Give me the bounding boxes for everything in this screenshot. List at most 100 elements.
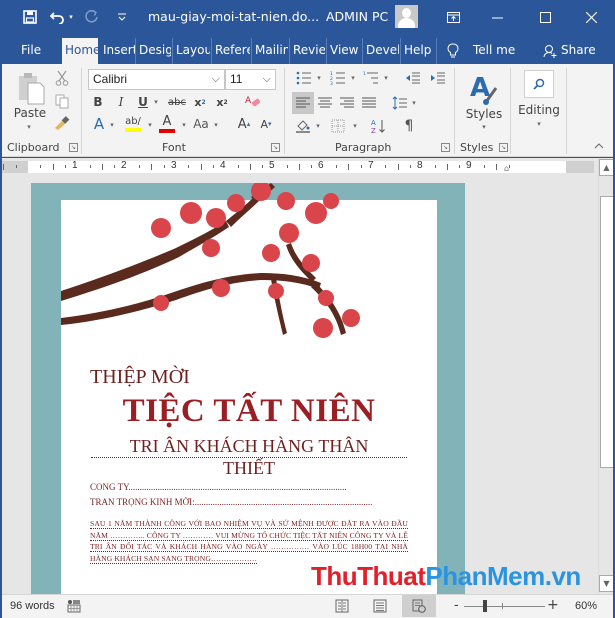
bullets-icon[interactable]: [294, 69, 314, 87]
highlight-dropdown-icon[interactable]: ▾: [146, 120, 154, 130]
zoom-level[interactable]: 60%: [575, 600, 597, 612]
web-layout-button[interactable]: [402, 595, 436, 617]
company-field[interactable]: CONG TY.................................…: [90, 482, 385, 492]
tab-layout[interactable]: Layout: [172, 38, 210, 64]
subscript-button[interactable]: x2: [191, 93, 209, 111]
tab-home[interactable]: Home: [62, 38, 98, 64]
tab-references[interactable]: References: [211, 38, 250, 64]
avatar[interactable]: [395, 5, 418, 28]
align-left-button[interactable]: [292, 92, 314, 114]
line-spacing-dropdown-icon[interactable]: ▾: [410, 98, 418, 108]
word-count[interactable]: 96 words: [10, 600, 55, 612]
text-effects-icon[interactable]: A: [90, 114, 108, 134]
multilevel-list-icon[interactable]: 1: [361, 69, 381, 87]
shading-icon[interactable]: [293, 116, 313, 136]
numbering-icon[interactable]: 123: [328, 69, 348, 87]
cherry-blossom-illustration[interactable]: [61, 183, 371, 363]
proofing-icon[interactable]: [65, 598, 83, 614]
styles-launcher-icon[interactable]: ↘: [499, 143, 508, 152]
invitation-paragraph[interactable]: SAU 1 NĂM THÀNH CÔNG VỚI BAO NHIỆM VỤ VÀ…: [90, 518, 408, 564]
align-right-button[interactable]: [337, 92, 357, 114]
invitation-heading[interactable]: THIỆP MỜI: [90, 366, 190, 389]
font-launcher-icon[interactable]: ↘: [271, 143, 280, 152]
chevron-down-icon[interactable]: ⌵: [263, 70, 271, 89]
subtitle-line-1[interactable]: TRI ÂN KHÁCH HÀNG THÂN: [91, 435, 407, 458]
italic-button[interactable]: I: [113, 93, 129, 111]
text-effects-dropdown-icon[interactable]: ▾: [108, 120, 116, 130]
format-painter-icon[interactable]: [53, 114, 71, 132]
subtitle-line-2[interactable]: THIẾT: [61, 458, 437, 479]
scrollbar-thumb[interactable]: [600, 196, 614, 468]
shrink-font-button[interactable]: A ▾: [257, 114, 275, 134]
borders-dropdown-icon[interactable]: ▾: [351, 121, 359, 131]
tab-view[interactable]: View: [326, 38, 361, 64]
increase-indent-icon[interactable]: [428, 69, 448, 87]
invitee-field[interactable]: TRAN TRỌNG KINH MỜI:....................…: [90, 497, 385, 507]
change-case-dropdown-icon[interactable]: ▾: [212, 120, 220, 130]
undo-icon[interactable]: [50, 8, 66, 26]
paste-icon[interactable]: [14, 70, 48, 108]
shading-dropdown-icon[interactable]: ▾: [314, 121, 322, 131]
align-center-button[interactable]: [315, 92, 335, 114]
paragraph-launcher-icon[interactable]: ↘: [441, 143, 450, 152]
maximize-icon[interactable]: [538, 8, 552, 26]
event-title[interactable]: TIỆC TẤT NIÊN: [61, 393, 437, 430]
right-indent-marker-icon[interactable]: ⌂: [504, 164, 509, 173]
share-icon[interactable]: [540, 38, 560, 64]
save-icon[interactable]: [22, 8, 38, 26]
tab-help[interactable]: Help: [400, 38, 436, 64]
font-size-combo[interactable]: 11 ⌵: [225, 69, 276, 90]
copy-icon[interactable]: [53, 92, 71, 110]
styles-icon[interactable]: A: [466, 70, 502, 108]
bold-button[interactable]: B: [90, 93, 106, 111]
tab-insert[interactable]: Insert: [100, 38, 135, 64]
customize-qat-icon[interactable]: [116, 8, 128, 26]
chevron-down-icon[interactable]: ⌵: [212, 70, 220, 89]
show-formatting-icon[interactable]: ¶: [400, 116, 418, 136]
tab-review[interactable]: Review: [289, 38, 325, 64]
scroll-up-icon[interactable]: ▲: [599, 159, 614, 176]
tab-developer[interactable]: Developer: [362, 38, 399, 64]
lightbulb-icon[interactable]: [444, 38, 462, 64]
tab-mailings[interactable]: Mailings: [251, 38, 288, 64]
styles-dropdown-icon[interactable]: ▾: [478, 122, 490, 132]
multilevel-dropdown-icon[interactable]: ▾: [382, 73, 390, 83]
paste-button[interactable]: Paste: [10, 105, 50, 121]
zoom-in-button[interactable]: +: [547, 597, 559, 613]
scroll-down-icon[interactable]: ▼: [599, 575, 614, 592]
paste-dropdown-icon[interactable]: ▾: [22, 122, 36, 132]
strikethrough-button[interactable]: abc: [166, 93, 188, 111]
find-icon[interactable]: [524, 70, 554, 98]
underline-dropdown-icon[interactable]: ▾: [152, 97, 160, 107]
justify-button[interactable]: [359, 92, 379, 114]
editing-dropdown-icon[interactable]: ▾: [533, 119, 545, 129]
numbering-dropdown-icon[interactable]: ▾: [349, 73, 357, 83]
redo-icon[interactable]: [84, 8, 100, 26]
borders-icon[interactable]: [328, 116, 348, 136]
superscript-button[interactable]: x2: [213, 93, 231, 111]
ribbon-display-options-icon[interactable]: [446, 8, 460, 26]
share-button[interactable]: Share: [558, 38, 599, 64]
editing-button[interactable]: Editing: [514, 102, 564, 118]
tab-file[interactable]: File: [18, 38, 44, 64]
tab-design[interactable]: Design: [135, 38, 171, 64]
minimize-icon[interactable]: [490, 8, 504, 26]
document-canvas[interactable]: THIỆP MỜI TIỆC TẤT NIÊN TRI ÂN KHÁCH HÀN…: [0, 176, 598, 594]
clear-formatting-icon[interactable]: A: [243, 92, 263, 110]
font-color-button[interactable]: A: [158, 114, 176, 134]
clipboard-launcher-icon[interactable]: ↘: [69, 143, 78, 152]
collapse-ribbon-icon[interactable]: [592, 140, 606, 152]
zoom-slider-thumb[interactable]: [483, 600, 488, 612]
underline-button[interactable]: U: [135, 93, 151, 111]
bullets-dropdown-icon[interactable]: ▾: [315, 73, 323, 83]
page-content[interactable]: THIỆP MỜI TIỆC TẤT NIÊN TRI ÂN KHÁCH HÀN…: [61, 183, 437, 594]
styles-button[interactable]: Styles: [460, 106, 508, 122]
highlight-color-button[interactable]: ab/: [123, 114, 143, 134]
font-name-combo[interactable]: Calibri ⌵: [88, 69, 225, 90]
line-spacing-icon[interactable]: [390, 92, 410, 114]
change-case-button[interactable]: Aa: [190, 114, 212, 134]
decrease-indent-icon[interactable]: [403, 69, 423, 87]
undo-dropdown-icon[interactable]: ▾: [67, 8, 75, 26]
read-mode-icon[interactable]: [333, 598, 351, 614]
zoom-out-button[interactable]: -: [454, 598, 459, 613]
